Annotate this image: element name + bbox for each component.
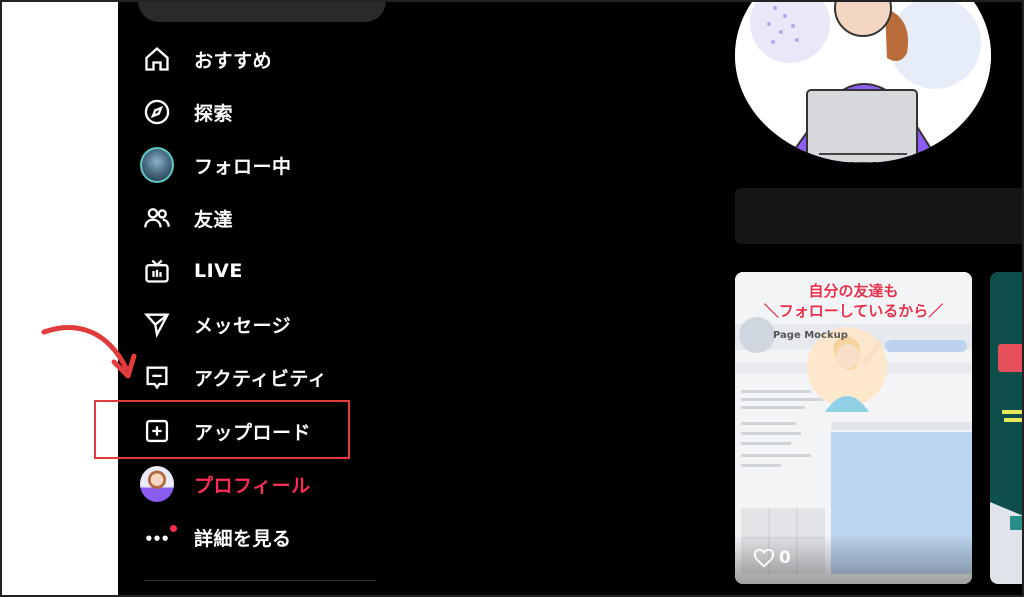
live-tv-icon [140, 254, 174, 288]
sidebar-item-label: アクティビティ [194, 367, 328, 390]
sidebar-divider [144, 580, 376, 581]
sidebar-item-label: LIVE [194, 260, 243, 282]
like-count-value: 0 [779, 548, 791, 568]
compass-icon [140, 95, 174, 129]
sidebar-item-more[interactable]: 詳細を見る [140, 515, 292, 559]
video-card-partial[interactable] [990, 272, 1024, 584]
heart-icon [753, 548, 775, 568]
overlay-caption-line1: 自分の友達も [808, 282, 899, 300]
sidebar-item-live[interactable]: LIVE [140, 249, 243, 293]
sidebar-item-label: 探索 [194, 102, 234, 125]
sidebar-item-explore[interactable]: 探索 [140, 90, 233, 134]
sidebar-item-friends[interactable]: 友達 [140, 196, 233, 240]
highlight-upload-box [94, 400, 350, 459]
sidebar-item-label: メッセージ [194, 314, 292, 337]
sidebar-item-label: 友達 [194, 208, 234, 231]
sidebar-item-messages[interactable]: メッセージ [140, 302, 291, 346]
notification-dot [170, 525, 177, 532]
sidebar-item-profile[interactable]: プロフィール [140, 462, 311, 506]
sidebar-item-following[interactable]: フォロー中 [140, 143, 292, 187]
profile-avatar [140, 466, 174, 502]
app-window: おすすめ 探索 フォロー中 友達 LIVE メッセージ アクティビティ アップロ… [118, 0, 1024, 597]
mock-page-title: Page Mockup [773, 330, 848, 341]
sidebar-item-recommended[interactable]: おすすめ [140, 37, 272, 81]
following-avatar [140, 147, 174, 183]
left-margin [0, 0, 118, 597]
profile-placeholder-bar [735, 188, 1024, 244]
search-bar[interactable] [138, 0, 386, 22]
video-card[interactable]: 自分の友達も ＼フォローしているから／ Page Mockup 0 [735, 272, 972, 584]
friends-icon [140, 201, 174, 235]
sidebar-item-label: フォロー中 [194, 155, 292, 178]
sidebar-item-label: 詳細を見る [194, 527, 292, 550]
annotation-arrow-icon [41, 325, 137, 379]
sidebar-item-activity[interactable]: アクティビティ [140, 355, 327, 399]
home-icon [140, 42, 174, 76]
sidebar-item-label: プロフィール [194, 474, 311, 497]
like-count[interactable]: 0 [753, 547, 791, 569]
more-icon [140, 520, 177, 554]
sidebar-item-label: おすすめ [194, 49, 273, 72]
profile-illustration [735, 0, 991, 163]
overlay-caption-line2: ＼フォローしているから／ [763, 302, 944, 320]
